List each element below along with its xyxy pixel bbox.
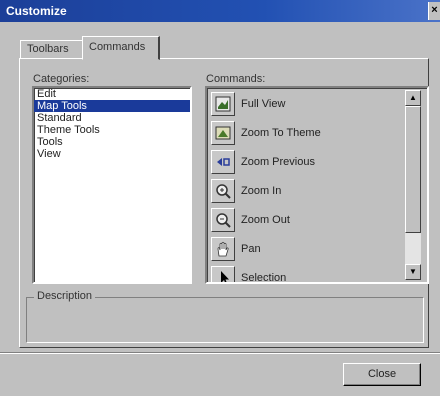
full-view-icon <box>211 92 235 116</box>
scroll-up-arrow-icon[interactable]: ▲ <box>405 90 421 106</box>
description-label: Description <box>34 290 96 302</box>
command-zoom-to-theme[interactable]: Zoom To Theme <box>211 119 401 147</box>
tab-toolbars[interactable]: Toolbars <box>20 40 83 59</box>
tab-commands[interactable]: Commands <box>82 36 160 60</box>
categories-label: Categories: <box>33 73 90 85</box>
category-item[interactable]: Standard <box>34 112 190 124</box>
command-zoom-in[interactable]: Zoom In <box>211 177 401 205</box>
command-zoom-previous[interactable]: Zoom Previous <box>211 148 401 176</box>
zoom-previous-icon <box>211 150 235 174</box>
pan-hand-icon <box>211 237 235 261</box>
category-item-selected[interactable]: Map Tools <box>34 100 190 112</box>
command-pan[interactable]: Pan <box>211 235 401 263</box>
separator <box>0 352 440 354</box>
category-item[interactable]: View <box>34 148 190 160</box>
category-item[interactable]: Edit <box>34 88 190 100</box>
zoom-to-theme-icon <box>211 121 235 145</box>
title-bar: Customize × <box>0 0 440 22</box>
categories-list[interactable]: Edit Map Tools Standard Theme Tools Tool… <box>32 86 192 284</box>
close-window-icon[interactable]: × <box>428 2 440 20</box>
category-item[interactable]: Tools <box>34 136 190 148</box>
zoom-out-icon <box>211 208 235 232</box>
category-item[interactable]: Theme Tools <box>34 124 190 136</box>
command-zoom-out[interactable]: Zoom Out <box>211 206 401 234</box>
zoom-in-icon <box>211 179 235 203</box>
scroll-thumb[interactable] <box>405 106 421 233</box>
commands-scrollbar[interactable]: ▲ ▼ <box>405 90 421 280</box>
close-button[interactable]: Close <box>343 363 421 386</box>
window-title: Customize <box>6 4 67 18</box>
description-group <box>26 297 424 343</box>
scroll-down-arrow-icon[interactable]: ▼ <box>405 264 421 280</box>
command-selection[interactable]: Selection <box>211 264 401 282</box>
command-full-view[interactable]: Full View <box>211 90 401 118</box>
selection-arrow-icon <box>211 266 235 282</box>
commands-list[interactable]: Full View Zoom To Theme Zoom Previous Zo… <box>205 86 429 284</box>
commands-label: Commands: <box>206 73 266 85</box>
